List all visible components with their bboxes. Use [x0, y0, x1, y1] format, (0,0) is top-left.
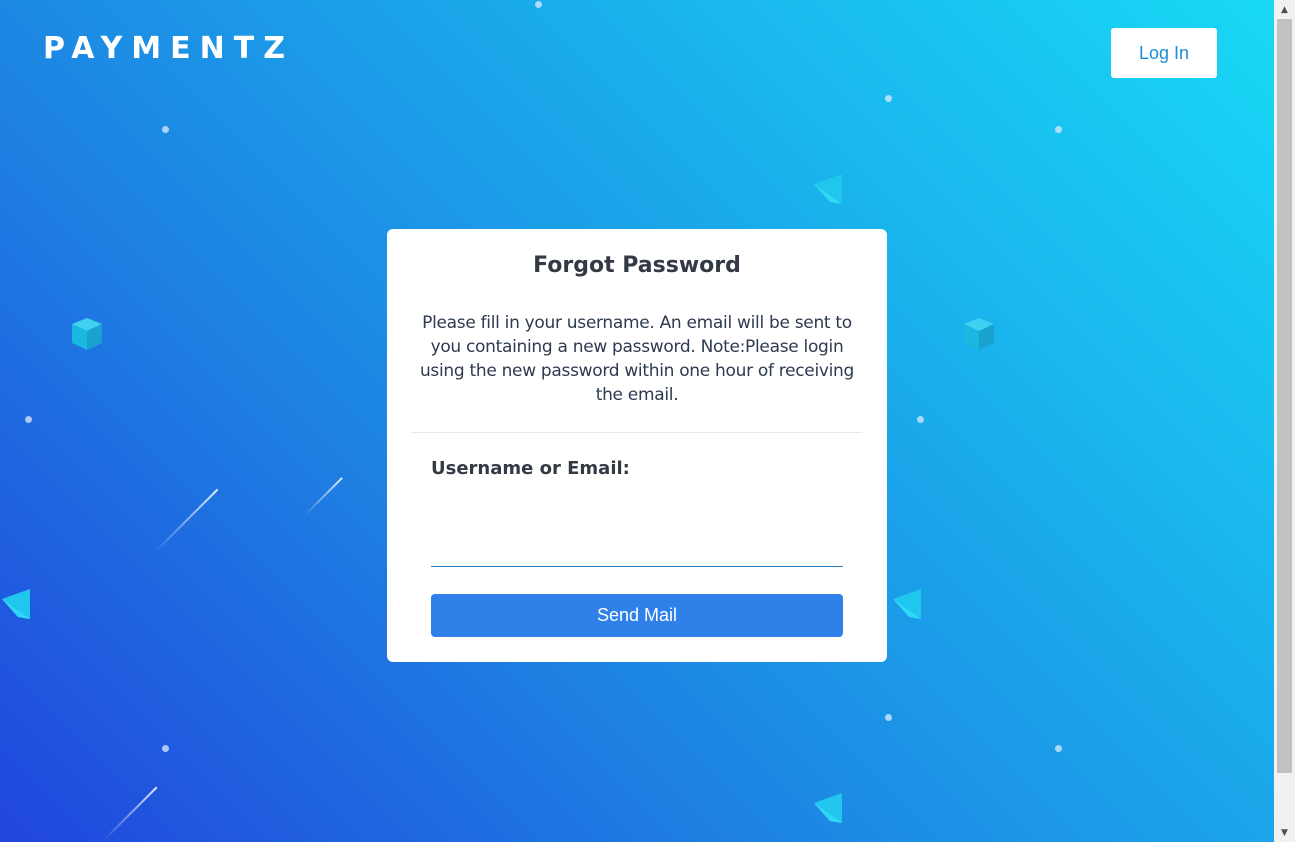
decor-dot — [162, 745, 169, 752]
page-background: PAYMENTZ Log In Forgot Password Please f… — [0, 0, 1274, 842]
decor-dot — [535, 1, 542, 8]
decor-dot — [1055, 745, 1062, 752]
login-button[interactable]: Log In — [1111, 28, 1217, 78]
username-email-input[interactable] — [431, 529, 843, 567]
forgot-password-card: Forgot Password Please fill in your user… — [387, 229, 887, 662]
decor-polygon — [964, 318, 994, 350]
decor-polygon — [893, 589, 921, 619]
decor-polygon — [72, 318, 102, 350]
decor-polygon — [814, 793, 842, 823]
vertical-scrollbar[interactable]: ▲ ▼ — [1274, 0, 1295, 842]
decor-streak — [102, 786, 158, 842]
decor-dot — [917, 416, 924, 423]
decor-dot — [25, 416, 32, 423]
scrollbar-thumb[interactable] — [1277, 19, 1292, 773]
decor-polygon — [2, 589, 30, 619]
paymentz-logo[interactable]: PAYMENTZ — [43, 30, 294, 68]
username-email-label: Username or Email: — [431, 458, 630, 479]
decor-dot — [1055, 126, 1062, 133]
scroll-down-arrow-icon[interactable]: ▼ — [1274, 824, 1295, 842]
card-description: Please fill in your username. An email w… — [419, 313, 855, 405]
card-title: Forgot Password — [533, 253, 741, 278]
scroll-up-arrow-icon[interactable]: ▲ — [1274, 0, 1295, 18]
send-mail-button[interactable]: Send Mail — [431, 594, 843, 637]
decor-polygon — [814, 174, 842, 204]
decor-dot — [885, 95, 892, 102]
decor-streak — [153, 488, 219, 554]
decor-dot — [162, 126, 169, 133]
card-divider — [411, 432, 862, 433]
decor-dot — [885, 714, 892, 721]
decor-streak — [303, 477, 343, 517]
